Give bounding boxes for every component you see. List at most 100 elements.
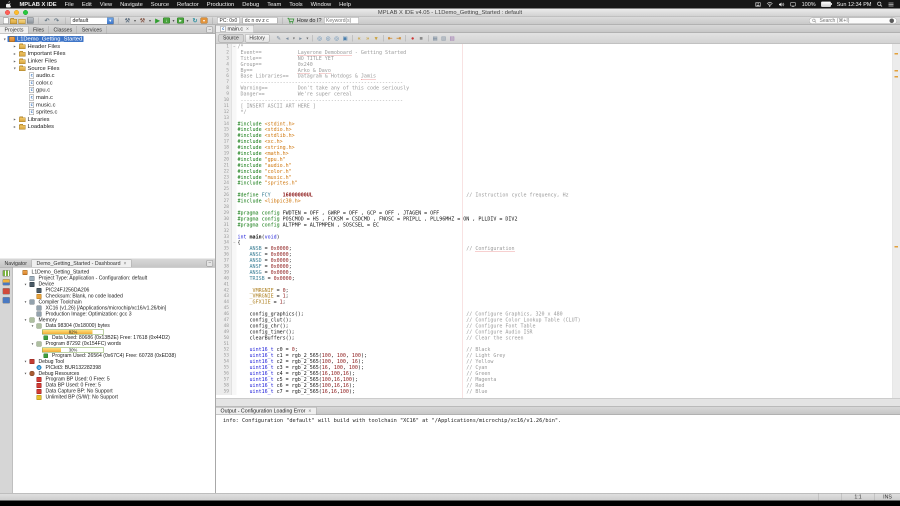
tree-item[interactable]: Unlimited BP (S/W): No Support	[13, 394, 215, 400]
menu-view[interactable]: View	[100, 1, 112, 7]
tab-services[interactable]: Services	[77, 26, 107, 34]
tree-item[interactable]: ▾L1Demo_Getting_Started	[0, 36, 215, 43]
menu-production[interactable]: Production	[207, 1, 234, 7]
tree-item[interactable]: ▸Important Files	[0, 50, 215, 57]
tree-item[interactable]: sprites.c	[0, 108, 215, 115]
tree-item[interactable]: ▸Header Files	[0, 43, 215, 50]
menu-mplab-x-ide[interactable]: MPLAB X IDE	[20, 1, 57, 7]
uncomment-icon[interactable]: ▨	[440, 35, 448, 43]
make-program-device-icon[interactable]: ↓	[163, 18, 170, 24]
tab-files[interactable]: Files	[28, 26, 49, 34]
program-dropdown-icon[interactable]: ▾	[186, 17, 190, 25]
menu-team[interactable]: Team	[267, 1, 281, 7]
toggle-bookmark-icon[interactable]: ▾	[372, 35, 380, 43]
notification-center-icon[interactable]	[888, 2, 894, 7]
debug-project-icon[interactable]: ▾	[201, 18, 208, 24]
forward-dropdown-icon[interactable]: ▾	[305, 35, 309, 43]
forward-icon[interactable]: ▸	[297, 35, 305, 43]
read-device-memory-icon[interactable]: ↻	[191, 17, 199, 25]
spotlight-search-icon[interactable]	[877, 2, 883, 8]
tab-demo-getting-started-dashboard[interactable]: Demo_Getting_Started - Dashboard×	[32, 260, 131, 268]
tab-output[interactable]: Output - Configuration Loading Error ×	[216, 407, 316, 415]
tree-item[interactable]: ▸Libraries	[0, 116, 215, 123]
wifi-icon[interactable]	[767, 2, 774, 7]
source-view-button[interactable]: Source	[219, 34, 244, 43]
refresh-dashboard-icon[interactable]	[3, 288, 11, 295]
make-program-dropdown-icon[interactable]: ▾	[172, 17, 176, 25]
last-edit-location-icon[interactable]: ✎	[275, 35, 283, 43]
save-all-icon[interactable]	[27, 18, 34, 24]
global-search-field[interactable]	[809, 17, 897, 24]
tab-projects[interactable]: Projects	[0, 26, 28, 34]
output-console[interactable]: info: Configuration "default" will build…	[216, 415, 900, 493]
warning-mark[interactable]	[895, 246, 899, 248]
back-icon[interactable]: ◂	[283, 35, 291, 43]
tree-item[interactable]: ▾Source Files	[0, 65, 215, 72]
start-macro-recording-icon[interactable]: ●	[409, 35, 417, 43]
dashboard-help-icon[interactable]	[3, 297, 11, 304]
build-dropdown-icon[interactable]: ▾	[133, 17, 137, 25]
close-window-button[interactable]	[5, 10, 10, 15]
menu-clock[interactable]: Sun 12:34 PM	[837, 1, 872, 7]
dashboard-window-icon[interactable]	[3, 270, 11, 277]
redo-icon[interactable]: ↷	[53, 17, 61, 25]
close-icon[interactable]: ×	[308, 408, 311, 414]
apple-logo-icon[interactable]	[6, 1, 12, 8]
tab-navigator[interactable]: Navigator	[0, 260, 32, 268]
comment-icon[interactable]: ▦	[431, 35, 439, 43]
menu-window[interactable]: Window	[311, 1, 331, 7]
tree-item[interactable]: color.c	[0, 79, 215, 86]
search-options-icon[interactable]	[890, 18, 895, 23]
close-icon[interactable]: ×	[124, 261, 127, 267]
search-input[interactable]	[819, 17, 881, 24]
tab-classes[interactable]: Classes	[49, 26, 77, 34]
menu-tools[interactable]: Tools	[289, 1, 302, 7]
error-stripe[interactable]	[893, 44, 900, 398]
previous-bookmark-icon[interactable]: «	[355, 35, 363, 43]
undo-icon[interactable]: ↶	[43, 17, 51, 25]
find-selection-icon[interactable]: ◎	[316, 35, 324, 43]
tree-item[interactable]: audio.c	[0, 72, 215, 79]
menu-debug[interactable]: Debug	[242, 1, 259, 7]
stop-macro-recording-icon[interactable]: ■	[417, 35, 425, 43]
toggle-highlight-icon[interactable]: ▣	[341, 35, 349, 43]
shift-right-icon[interactable]: ⇥	[395, 35, 403, 43]
close-icon[interactable]: ×	[246, 26, 249, 32]
minimize-window-button[interactable]	[14, 10, 19, 15]
menu-source[interactable]: Source	[151, 1, 169, 7]
warning-mark[interactable]	[895, 76, 899, 78]
new-project-icon[interactable]	[10, 19, 17, 24]
tree-item[interactable]: gpu.c	[0, 87, 215, 94]
menu-refactor[interactable]: Refactor	[177, 1, 199, 7]
history-view-button[interactable]: History	[245, 34, 270, 43]
tree-item[interactable]: ▸Linker Files	[0, 57, 215, 64]
go-to-header-icon[interactable]: ▧	[448, 35, 456, 43]
keyword-search-input[interactable]	[324, 17, 359, 24]
horizontal-scrollbar[interactable]	[216, 398, 900, 406]
open-project-icon[interactable]	[19, 19, 26, 24]
shift-left-icon[interactable]: ⇤	[386, 35, 394, 43]
chevron-down-icon[interactable]: ▼	[107, 17, 114, 24]
find-next-icon[interactable]: ◎	[324, 35, 332, 43]
clean-build-icon[interactable]: ⚒	[139, 17, 147, 25]
display-icon[interactable]	[790, 2, 796, 7]
minimize-panel-icon[interactable]: –	[207, 27, 214, 34]
input-menu-icon[interactable]	[755, 2, 761, 7]
build-project-icon[interactable]: ⚒	[124, 17, 132, 25]
menu-help[interactable]: Help	[339, 1, 351, 7]
volume-icon[interactable]	[779, 2, 785, 7]
code-editor[interactable]: 1−/*2 Event== Layerone Demoboard - Getti…	[216, 44, 893, 398]
find-previous-icon[interactable]: ◎	[333, 35, 341, 43]
tree-item[interactable]: ▸Loadables	[0, 123, 215, 130]
menu-navigate[interactable]: Navigate	[120, 1, 143, 7]
minimize-panel-icon[interactable]: –	[207, 260, 214, 267]
configuration-select[interactable]: default ▼	[70, 17, 114, 25]
zoom-window-button[interactable]	[23, 10, 28, 15]
run-project-icon[interactable]: ▶	[154, 17, 162, 25]
clean-build-dropdown-icon[interactable]: ▾	[148, 17, 152, 25]
warning-mark[interactable]	[895, 70, 899, 72]
next-bookmark-icon[interactable]: »	[364, 35, 372, 43]
menu-edit[interactable]: Edit	[82, 1, 92, 7]
back-dropdown-icon[interactable]: ▾	[292, 35, 296, 43]
tab-main-c[interactable]: main.c ×	[216, 25, 254, 33]
